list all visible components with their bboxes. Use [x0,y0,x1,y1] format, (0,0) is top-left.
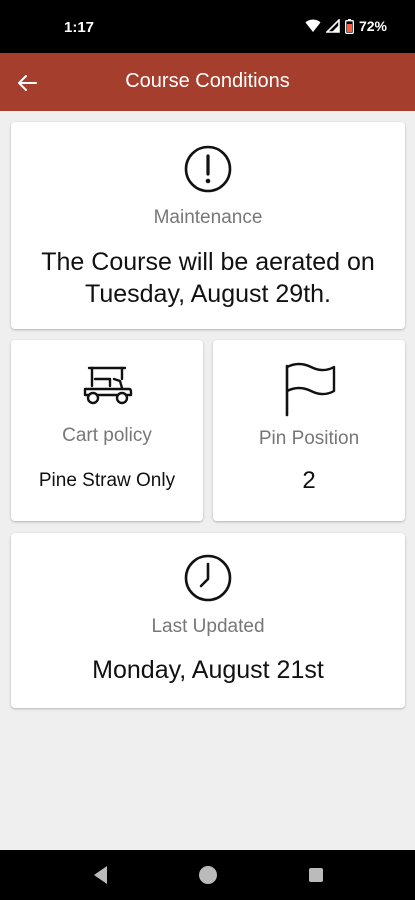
maintenance-message: The Course will be aerated on Tuesday, A… [41,248,375,308]
status-time: 1:17 [64,19,95,36]
nav-back-icon[interactable] [91,863,109,887]
status-icons: 72% [305,18,387,34]
cart-policy-value: Pine Straw Only [38,470,176,491]
clock-icon [184,554,232,602]
pin-position-label: Pin Position [258,428,360,449]
status-bar: 1:17 72% [0,0,415,53]
last-updated-card: Last Updated Monday, August 21st [11,533,405,708]
pin-position-value: 2 [302,467,316,494]
flag-icon [285,362,336,417]
last-updated-label: Last Updated [151,616,265,637]
system-nav-bar [0,850,415,900]
maintenance-label: Maintenance [153,207,263,228]
exclamation-circle-icon [184,145,232,193]
golf-cart-icon [83,366,133,405]
page-title: Course Conditions [125,70,290,92]
battery-percent: 72% [358,18,387,34]
last-updated-value: Monday, August 21st [92,656,324,684]
cell-signal-icon [325,19,340,33]
cart-policy-label: Cart policy [62,425,152,446]
nav-recents-icon[interactable] [306,863,326,887]
app-bar: Course Conditions [0,53,415,111]
maintenance-card: Maintenance The Course will be aerated o… [11,122,405,329]
pin-position-card: Pin Position 2 [213,340,405,521]
cart-policy-card: Cart policy Pine Straw Only [11,340,203,521]
nav-home-icon[interactable] [197,863,219,887]
battery-icon [345,18,354,34]
wifi-icon [305,19,321,32]
